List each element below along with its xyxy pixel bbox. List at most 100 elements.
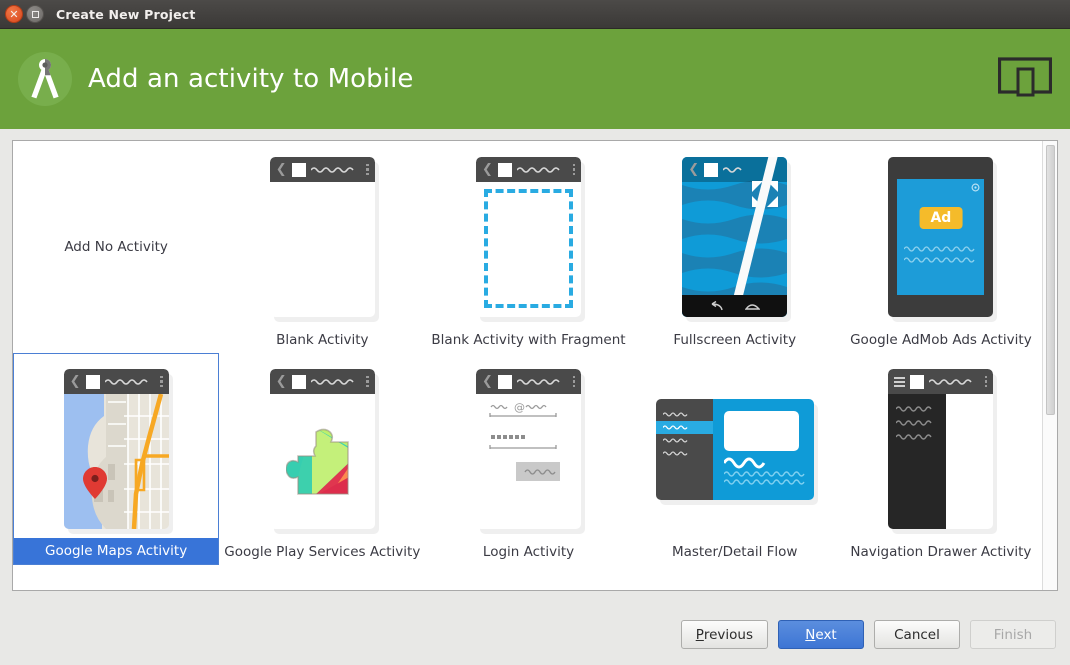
back-chevron-icon: ❮ xyxy=(275,162,287,177)
activity-row: Add No Activity ❮ Blank Activity ❮ Blank… xyxy=(13,141,1044,353)
activity-card-fullscreen-activity[interactable]: ❮ Fullscreen Activity xyxy=(632,141,838,353)
master-list-pane xyxy=(655,398,713,500)
phone-mock: ❮ xyxy=(269,369,375,529)
play-services-puzzle-icon xyxy=(286,428,350,495)
scrollbar-thumb[interactable] xyxy=(1046,145,1055,415)
navigation-drawer-pane xyxy=(888,394,947,529)
title-squiggle-icon xyxy=(516,378,568,386)
activity-card-blank-activity-with-fragment[interactable]: ❮ Blank Activity with Fragment xyxy=(425,141,631,353)
password-field-icon xyxy=(489,435,557,449)
activity-card-add-no-activity[interactable]: Add No Activity xyxy=(13,141,219,353)
window-title: Create New Project xyxy=(56,6,196,22)
overflow-menu-icon xyxy=(366,163,369,176)
screen-body xyxy=(270,394,375,529)
activity-gallery-panel: Add No Activity ❮ Blank Activity ❮ Blank… xyxy=(12,140,1058,591)
app-icon-placeholder xyxy=(497,374,512,389)
activity-grid: Add No Activity ❮ Blank Activity ❮ Blank… xyxy=(13,141,1044,590)
tablet-device-icon xyxy=(997,57,1053,101)
list-item xyxy=(656,447,713,460)
app-bar: ❮ xyxy=(476,157,581,182)
activity-card-google-play-services-activity[interactable]: ❮ Google Play Services Activity xyxy=(219,353,425,565)
thumbnail-google-maps-activity: ❮ xyxy=(14,354,218,538)
previous-button[interactable]: Previous xyxy=(680,620,768,649)
list-item-selected xyxy=(655,420,713,434)
drawer-item xyxy=(888,430,946,444)
screen-body xyxy=(476,182,581,317)
thumbnail-master-detail-flow xyxy=(632,353,838,539)
activity-row: ❮ Google Maps Activity ❮ Google Play Ser… xyxy=(13,353,1044,565)
back-chevron-icon: ❮ xyxy=(688,162,700,177)
screen-body xyxy=(270,182,375,317)
title-squiggle-icon xyxy=(310,166,362,174)
detail-pane xyxy=(712,398,814,500)
content-squiggle-icon xyxy=(904,246,975,263)
app-icon-placeholder xyxy=(704,162,719,177)
thumbnail-google-admob-ads-activity: Ad xyxy=(838,141,1044,327)
drawer-squiggle-icon xyxy=(896,434,932,440)
back-chevron-icon: ❮ xyxy=(482,162,493,177)
phone-mock: ❮ xyxy=(269,157,375,317)
activity-card-google-maps-activity[interactable]: ❮ Google Maps Activity xyxy=(13,353,220,565)
detail-text-squiggle-icon xyxy=(723,457,805,485)
dialog-header: Add an activity to Mobile xyxy=(0,29,1070,129)
add-no-activity-label: Add No Activity xyxy=(64,239,168,255)
list-squiggle-icon xyxy=(662,411,688,417)
home-nav-icon xyxy=(745,303,761,310)
overflow-menu-icon xyxy=(366,375,369,388)
thumbnail-blank-activity: ❮ xyxy=(219,141,425,327)
app-bar: ❮ xyxy=(63,369,169,394)
drawer-item xyxy=(888,402,946,416)
activity-card-blank-activity[interactable]: ❮ Blank Activity xyxy=(219,141,425,353)
activity-label: Google Maps Activity xyxy=(14,538,219,564)
screen-body xyxy=(888,394,993,529)
next-mnemonic: N xyxy=(805,626,816,643)
previous-mnemonic: P xyxy=(695,626,704,643)
overflow-menu-icon xyxy=(572,375,575,388)
phone-mock: Ad xyxy=(888,157,994,317)
app-icon-placeholder xyxy=(910,374,925,389)
thumbnail-navigation-drawer-activity xyxy=(838,353,1044,539)
next-button[interactable]: Next xyxy=(778,620,864,649)
list-item xyxy=(656,434,713,447)
list-squiggle-icon xyxy=(662,437,688,443)
title-squiggle-icon xyxy=(929,378,980,386)
activity-card-login-activity[interactable]: ❮ @ Login Activity xyxy=(425,353,631,565)
map-marker-icon xyxy=(82,467,107,499)
close-icon[interactable]: ✕ xyxy=(5,5,23,23)
activity-label: Login Activity xyxy=(482,544,575,560)
svg-text:@: @ xyxy=(514,401,525,414)
app-icon-placeholder xyxy=(497,162,512,177)
phone-mock xyxy=(888,369,994,529)
app-bar: ❮ xyxy=(476,369,581,394)
ad-badge: Ad xyxy=(919,207,963,230)
login-form-graphic: @ xyxy=(489,401,560,481)
app-bar xyxy=(888,369,994,394)
list-squiggle-icon xyxy=(662,424,688,430)
app-icon-placeholder xyxy=(85,374,100,389)
back-nav-icon xyxy=(711,300,723,310)
maximize-icon[interactable] xyxy=(26,5,44,23)
window-controls: ✕ xyxy=(0,5,44,23)
drawer-squiggle-icon xyxy=(896,406,932,412)
activity-card-google-admob-ads-activity[interactable]: Ad Google AdMob Ads Activity xyxy=(838,141,1044,353)
page-title: Add an activity to Mobile xyxy=(88,64,414,94)
app-bar: ❮ xyxy=(269,369,375,394)
app-icon-placeholder xyxy=(291,374,306,389)
title-squiggle-icon xyxy=(310,378,362,386)
activity-card-navigation-drawer-activity[interactable]: Navigation Drawer Activity xyxy=(838,353,1044,565)
window-titlebar: ✕ Create New Project xyxy=(0,0,1070,29)
phone-mock: ❮ xyxy=(63,369,169,529)
activity-label: Fullscreen Activity xyxy=(673,332,797,348)
activity-label: Master/Detail Flow xyxy=(671,544,798,560)
gallery-scrollbar[interactable] xyxy=(1042,141,1057,590)
list-item xyxy=(656,408,713,421)
title-squiggle-icon xyxy=(104,378,156,386)
cancel-button[interactable]: Cancel xyxy=(874,620,960,649)
activity-card-master-detail-flow[interactable]: Master/Detail Flow xyxy=(632,353,838,565)
screen-body: Ad xyxy=(897,179,985,295)
dialog-body: Add No Activity ❮ Blank Activity ❮ Blank… xyxy=(0,129,1070,604)
email-field-icon: @ xyxy=(489,401,557,417)
settings-gear-icon xyxy=(971,183,980,192)
phone-mock: ❮ xyxy=(476,157,581,317)
dialog-footer: Previous Next Cancel Finish xyxy=(0,604,1070,665)
